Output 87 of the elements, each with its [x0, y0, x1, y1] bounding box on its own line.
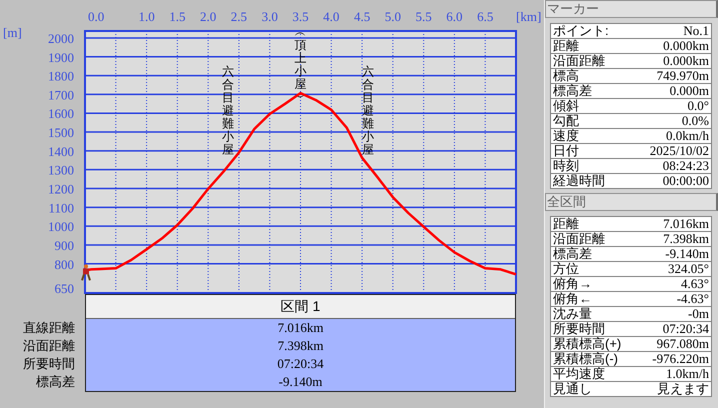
info-value: -0m	[688, 307, 709, 321]
info-value: 0.000km	[663, 39, 709, 53]
x-tick-label: 0.0	[88, 9, 104, 24]
info-label: 累積標高(+)	[553, 337, 622, 351]
info-label: 沿面距離	[553, 232, 605, 246]
y-tick-label: 1400	[48, 144, 74, 159]
x-tick-label: 4.5	[354, 9, 370, 24]
info-label: 俯角→	[553, 277, 592, 291]
x-tick-label: 3.5	[292, 9, 309, 24]
y-axis-label: [m]	[3, 25, 22, 40]
y-tick-label: 1300	[48, 162, 74, 178]
info-label: 沈み量	[553, 307, 592, 321]
info-label: 方位	[553, 262, 579, 276]
info-label: 俯角←	[553, 292, 592, 306]
info-label: 平均速度	[553, 367, 605, 381]
info-label: 速度	[553, 129, 579, 143]
y-tick-label: 1200	[48, 182, 74, 196]
x-tick-label: 6.5	[477, 9, 494, 24]
table-cell-text: 7.016km	[276, 319, 324, 337]
info-value: 0.0%	[682, 114, 709, 128]
info-value: 967.080m	[656, 337, 709, 351]
info-value: 0.000km	[663, 54, 709, 68]
info-value: 2025/10/02	[650, 144, 709, 158]
info-value: 0.0°	[688, 99, 709, 113]
column-header: 区間 1	[86, 295, 515, 319]
y-tick-label: 800	[54, 256, 74, 272]
info-label: 標高差	[553, 84, 592, 98]
info-label: 標高	[553, 69, 579, 83]
table-cell-text: -9.140m	[278, 373, 324, 391]
info-value: 7.016km	[663, 217, 709, 231]
info-label: 累積標高(-)	[553, 352, 618, 366]
info-label: 経過時間	[553, 174, 605, 188]
info-value: 見えます	[657, 382, 709, 396]
y-tick-label: 900	[54, 238, 74, 253]
y-tick-label: 1800	[48, 68, 74, 84]
y-tick-label: 1700	[48, 87, 74, 102]
info-value: 4.63°	[681, 277, 709, 291]
info-value: -976.220m	[652, 352, 709, 366]
info-label: 日付	[553, 144, 579, 158]
info-label: 距離	[553, 217, 579, 231]
row-label: 直線距離	[23, 319, 75, 337]
info-value: 1.0km/h	[666, 367, 709, 381]
table-cell-text: 7.398km	[276, 337, 324, 355]
y-tick-label: 1100	[48, 200, 74, 216]
panel-header[interactable]: マーカー	[545, 0, 718, 18]
table-cell-text: 07:20:34	[276, 355, 325, 373]
x-tick-label: 2.0	[200, 9, 216, 24]
x-tick-label: 1.5	[169, 9, 186, 24]
info-value: 0.0km/h	[666, 129, 709, 143]
info-value: 07:20:34	[662, 322, 709, 336]
x-axis-label: [km]	[516, 9, 542, 24]
y-tick-label: 650	[54, 281, 74, 294]
panel-header[interactable]: 全区間	[545, 193, 718, 211]
x-tick-label: 3.0	[262, 9, 278, 24]
info-value: No.1	[683, 24, 709, 38]
x-tick-label: 1.0	[138, 9, 155, 24]
y-tick-label: 1900	[48, 50, 74, 65]
info-label: 標高差	[553, 247, 592, 261]
info-label: ポイント:	[553, 24, 609, 38]
info-label: 傾斜	[553, 99, 579, 113]
info-value: 749.970m	[656, 69, 709, 83]
info-value: 08:24:23	[662, 159, 709, 173]
y-tick-label: 1600	[48, 106, 74, 122]
x-tick-label: 4.0	[323, 9, 340, 24]
info-label: 所要時間	[553, 322, 605, 336]
y-tick-label: 1000	[48, 219, 74, 234]
info-label: 見通し	[553, 382, 592, 396]
info-value: -9.140m	[665, 247, 709, 261]
hiker-icon	[81, 264, 91, 282]
row-label: 所要時間	[23, 355, 75, 373]
x-tick-label: 6.0	[446, 9, 463, 24]
row-label: 標高差	[36, 373, 75, 391]
x-tick-label: 5.0	[384, 9, 401, 24]
info-value: 324.05°	[668, 262, 709, 276]
info-value: -4.63°	[676, 292, 709, 306]
x-tick-label: 2.5	[230, 9, 248, 24]
info-label: 距離	[553, 39, 579, 53]
x-tick-label: 5.5	[416, 9, 432, 24]
info-label: 時刻	[553, 159, 579, 173]
info-label: 沿面距離	[553, 54, 605, 68]
row-label: 沿面距離	[23, 337, 75, 355]
y-tick-label: 1500	[48, 125, 74, 140]
y-tick-label: 2000	[48, 30, 74, 46]
info-label: 勾配	[553, 114, 579, 128]
info-value: 0.000m	[670, 84, 709, 98]
info-value: 7.398km	[663, 232, 709, 246]
info-value: 00:00:00	[662, 174, 709, 188]
